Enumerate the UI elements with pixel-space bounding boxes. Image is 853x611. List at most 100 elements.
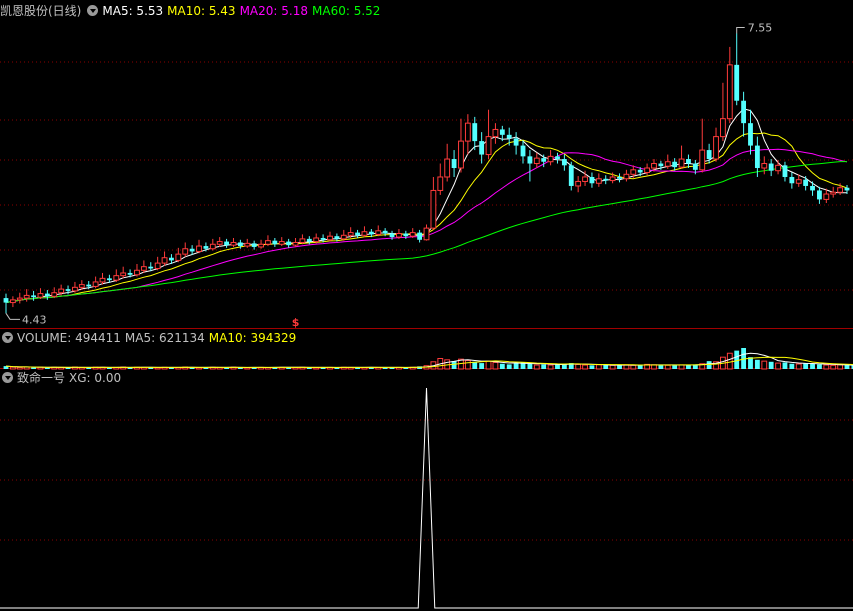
candle-body <box>513 138 519 146</box>
min-pointer <box>5 313 20 320</box>
candle-body <box>547 155 554 163</box>
candle-body <box>78 284 85 288</box>
candle-body <box>533 157 540 165</box>
collapse-icon[interactable] <box>87 5 99 16</box>
candle-body <box>209 243 216 250</box>
candle-body <box>120 272 127 277</box>
volume-ma5-value: MA5: 621134 <box>124 331 205 345</box>
candle-body <box>734 64 740 101</box>
volume-bar <box>589 365 595 369</box>
candle-body <box>520 145 526 157</box>
volume-bar <box>533 364 540 370</box>
volume-bar <box>472 361 478 369</box>
candle-body <box>23 294 30 299</box>
candle-body <box>651 163 657 169</box>
volume-bar <box>789 363 795 369</box>
signal-marker: $ <box>292 316 300 329</box>
candle-body <box>92 281 99 287</box>
volume-bar <box>603 365 609 369</box>
candle-body <box>706 150 712 160</box>
candle-body <box>278 241 285 245</box>
candle-body <box>286 241 292 246</box>
candle-body <box>189 248 195 252</box>
candle-body <box>630 169 637 175</box>
candle-body <box>595 178 602 184</box>
candle-body <box>51 292 58 297</box>
volume-bar <box>595 364 602 370</box>
candle-body <box>768 163 774 171</box>
volume-bar <box>464 359 471 370</box>
candle-body <box>265 240 271 245</box>
volume-bar <box>16 366 23 370</box>
volume-bar <box>768 361 774 369</box>
candle-body <box>44 293 50 297</box>
candle-body <box>527 156 533 164</box>
volume-bar <box>810 363 815 369</box>
candle-body <box>175 253 182 261</box>
volume-bar <box>630 364 637 370</box>
volume-bar <box>754 359 760 369</box>
volume-bar <box>575 363 582 370</box>
volume-ma-line <box>5 352 853 369</box>
volume-bar <box>492 361 499 370</box>
candle-body <box>382 230 388 234</box>
candle-body <box>472 123 478 142</box>
candle-body <box>817 190 822 200</box>
candle-body <box>658 163 664 167</box>
ma5-value: MA5: 5.53 <box>102 4 164 18</box>
candle-body <box>409 232 416 237</box>
candle-body <box>741 100 747 124</box>
volume-bar <box>678 364 685 370</box>
candle-body <box>444 158 451 178</box>
candle-body <box>437 176 444 191</box>
volume-bar <box>555 364 560 369</box>
candle-body <box>134 269 140 276</box>
candle-body <box>492 128 499 138</box>
candle-body <box>237 242 243 247</box>
candle-body <box>692 163 698 170</box>
candle-body <box>748 123 753 146</box>
candle-body <box>327 235 333 241</box>
candle-body <box>485 136 492 156</box>
candle-body <box>830 191 837 195</box>
candle-body <box>479 141 485 155</box>
candle-body <box>272 240 278 245</box>
volume-bar <box>837 364 844 370</box>
collapse-icon[interactable] <box>2 372 13 383</box>
candle-body <box>299 238 306 243</box>
candle-body <box>837 187 844 193</box>
candle-body <box>423 227 430 241</box>
volume-bar <box>547 364 554 370</box>
volume-bar <box>775 362 781 370</box>
candle-body <box>320 237 326 240</box>
collapse-icon[interactable] <box>2 332 13 343</box>
candle-body <box>347 232 354 236</box>
candle-body <box>154 262 161 269</box>
candle-body <box>726 64 733 120</box>
candle-body <box>31 295 36 298</box>
candle-body <box>430 189 437 229</box>
candle-body <box>823 193 830 200</box>
candle-body <box>86 284 92 287</box>
candle-body <box>340 234 347 240</box>
candle-body <box>368 231 374 235</box>
candle-body <box>313 237 320 243</box>
ma-line-ma10 <box>5 132 848 304</box>
candle-body <box>140 266 147 271</box>
volume-bar <box>844 365 850 369</box>
volume-bar <box>803 363 809 369</box>
volume-bar <box>582 364 588 370</box>
candle-body <box>389 233 395 238</box>
candle-body <box>182 248 189 255</box>
volume-bar <box>9 366 16 370</box>
candle-body <box>609 176 616 182</box>
candle-body <box>568 165 574 186</box>
candle-body <box>251 243 257 247</box>
candle-body <box>203 246 209 249</box>
candle-body <box>589 176 595 184</box>
candle-body <box>361 231 368 236</box>
candle-body <box>230 241 237 246</box>
volume-bar <box>499 363 505 369</box>
volume-bar <box>451 361 457 369</box>
candle-body <box>106 278 112 281</box>
